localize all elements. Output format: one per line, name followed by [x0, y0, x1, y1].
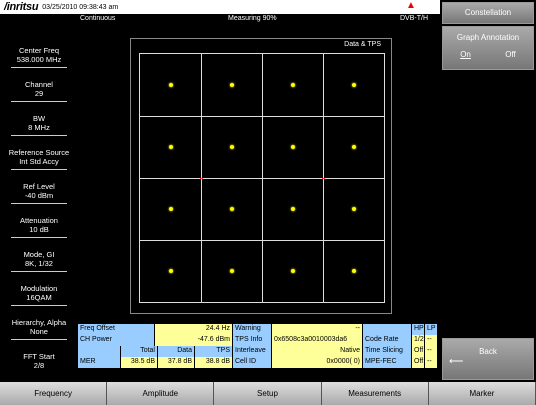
standard-label: DVB-T/H — [400, 15, 428, 22]
measurements-tab[interactable]: Measurements — [321, 382, 429, 405]
constellation-point — [290, 83, 295, 87]
graph-annotation-button[interactable]: Graph Annotation On Off — [442, 26, 534, 70]
cell-id-value: 0x0000( 0) — [272, 357, 362, 368]
constellation-point — [290, 145, 295, 149]
constellation-point — [229, 207, 234, 211]
sweep-mode: Continuous — [80, 15, 116, 22]
time-slicing-hp: Off — [412, 346, 424, 357]
constellation-point — [351, 269, 356, 273]
code-rate-label: Code Rate — [363, 335, 411, 346]
mer-label: MER — [78, 357, 120, 368]
blank-header — [78, 346, 120, 357]
param-attenuation: Attenuation 10 dB — [2, 216, 76, 238]
grid-line — [140, 116, 384, 117]
constellation-point — [351, 145, 356, 149]
param-fft-start: FFT Start 2/8 — [23, 352, 55, 370]
total-label: Total — [121, 346, 157, 357]
marker-tab[interactable]: Marker — [428, 382, 536, 405]
grid-line — [140, 178, 384, 179]
param-bw: BW 8 MHz — [2, 114, 76, 136]
graph-title: Data & TPS — [344, 41, 381, 48]
parameter-panel: Center Freq 538.000 MHz Channel 29 BW 8 MHz… — [0, 14, 78, 380]
measuring-status: Measuring 90% — [228, 15, 277, 22]
tps-label: TPS — [195, 346, 232, 357]
annotation-off-option[interactable]: Off — [505, 50, 516, 59]
interleave-label: Interleave — [233, 346, 271, 357]
title-bar: /inritsu 03/25/2010 09:38:43 am ▲ — [0, 0, 440, 14]
param-reference-source: Reference Source Int Std Accy — [2, 148, 76, 170]
frequency-tab[interactable]: Frequency — [0, 382, 108, 405]
interleave-value: Native — [272, 346, 362, 357]
warning-value: -- — [272, 324, 362, 335]
data-label: Data — [158, 346, 194, 357]
back-arrow-icon: ⟵ — [449, 356, 464, 367]
blank-header — [363, 324, 411, 335]
constellation-point — [290, 207, 295, 211]
ch-power-value: -47.6 dBm — [155, 335, 232, 346]
cell-id-label: Cell ID — [233, 357, 271, 368]
reference-marker — [322, 178, 325, 179]
time-slicing-label: Time Slicing — [363, 346, 411, 357]
constellation-point — [351, 207, 356, 211]
ch-power-label: CH Power — [78, 335, 154, 346]
amplitude-tab[interactable]: Amplitude — [107, 382, 215, 405]
mer-total: 38.5 dB — [121, 357, 157, 368]
constellation-point — [351, 83, 356, 87]
constellation-point — [168, 269, 173, 273]
graph-annotation-label: Graph Annotation — [456, 33, 520, 42]
param-mode-gi: Mode, GI 8K, 1/32 — [2, 250, 76, 272]
soft-key-menu: Constellation Graph Annotation On Off Ba… — [440, 0, 536, 380]
constellation-point — [229, 145, 234, 149]
warning-label: Warning — [233, 324, 271, 335]
mer-data: 37.8 dB — [158, 357, 194, 368]
constellation-point — [168, 145, 173, 149]
code-rate-lp: -- — [425, 335, 437, 346]
time-slicing-lp: -- — [425, 346, 437, 357]
mpe-fec-hp: Off — [412, 357, 424, 368]
tps-info-label: TPS Info — [233, 335, 271, 346]
back-button[interactable]: Back ⟵ — [442, 338, 534, 380]
param-center-freq: Center Freq 538.000 MHz — [2, 46, 76, 68]
constellation-grid — [139, 53, 385, 303]
constellation-point — [168, 207, 173, 211]
setup-tab[interactable]: Setup — [214, 382, 322, 405]
reference-marker — [200, 178, 203, 179]
code-rate-hp: 1/2 — [412, 335, 424, 346]
param-modulation: Modulation 16QAM — [2, 284, 76, 306]
measurement-table: Freq Offset 24.4 Hz Warning -- HP LP CH … — [78, 324, 440, 380]
brand-logo: /inritsu — [4, 1, 39, 13]
timestamp: 03/25/2010 09:38:43 am — [42, 3, 119, 11]
menu-title-constellation: Constellation — [442, 2, 534, 24]
alert-icon: ▲ — [406, 0, 416, 11]
param-hierarchy: Hierarchy, Alpha None — [2, 318, 76, 340]
annotation-on-option[interactable]: On — [460, 50, 471, 59]
constellation-point — [290, 269, 295, 273]
mpe-fec-lp: -- — [425, 357, 437, 368]
constellation-graph: Data & TPS — [130, 38, 392, 314]
freq-offset-value: 24.4 Hz — [155, 324, 232, 335]
mer-tps: 38.8 dB — [195, 357, 232, 368]
param-ref-level: Ref Level -40 dBm — [2, 182, 76, 204]
back-label: Back — [479, 347, 497, 356]
constellation-point — [229, 83, 234, 87]
freq-offset-label: Freq Offset — [78, 324, 154, 335]
mpe-fec-label: MPE-FEC — [363, 357, 411, 368]
constellation-point — [168, 83, 173, 87]
bottom-menu-bar: Frequency Amplitude Setup Measurements M… — [0, 382, 536, 405]
grid-line — [140, 240, 384, 241]
tps-info-value: 0x6508c3a0010003da6 — [272, 335, 362, 346]
lp-label: LP — [425, 324, 437, 335]
hp-label: HP — [412, 324, 424, 335]
status-bar: Continuous Measuring 90% DVB-T/H — [78, 14, 440, 26]
constellation-point — [229, 269, 234, 273]
param-channel: Channel 29 — [2, 80, 76, 102]
